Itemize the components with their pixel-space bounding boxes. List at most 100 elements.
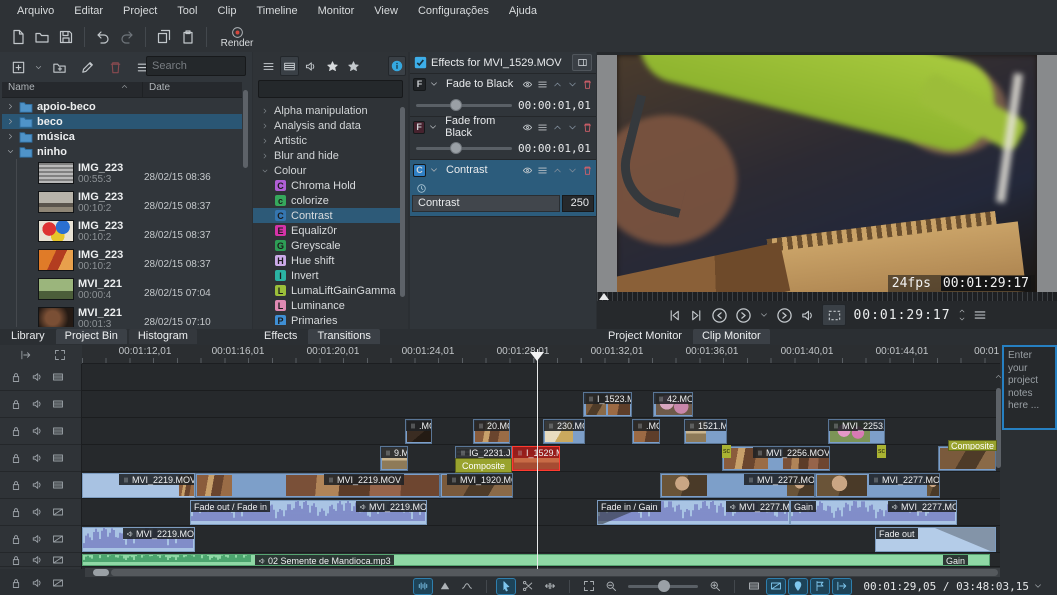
timeline-vertical-scrollbar[interactable] <box>995 366 1002 568</box>
move-effect-down-icon[interactable] <box>567 79 578 90</box>
delete-effect-icon[interactable] <box>582 79 593 90</box>
effect-category-4[interactable]: Colour <box>253 163 401 178</box>
edit-clip-button[interactable] <box>75 55 99 79</box>
effect-item-equaliz0r[interactable]: EEqualiz0r <box>253 223 401 238</box>
marker-badge[interactable]: sc <box>722 445 731 458</box>
timeline-clip-mvi-2219-mov[interactable]: MVI_2219.MOV <box>195 473 440 498</box>
effect-category-3[interactable]: Blur and hide <box>253 148 401 163</box>
favorite-effects-button[interactable] <box>344 56 362 76</box>
mix-audio-icon[interactable] <box>436 579 454 594</box>
transition-composite[interactable]: Composite <box>455 458 512 473</box>
lock-track-icon[interactable] <box>10 533 22 545</box>
monitor-menu-button[interactable] <box>973 308 987 322</box>
go-start-button[interactable] <box>667 308 682 323</box>
bin-search-input[interactable] <box>146 56 246 76</box>
track-type-icon[interactable] <box>52 506 64 518</box>
delete-clip-button[interactable] <box>103 55 127 79</box>
mute-track-icon[interactable] <box>31 554 43 566</box>
track-type-icon[interactable] <box>52 479 64 491</box>
lock-track-icon[interactable] <box>10 506 22 518</box>
effect-enable-icon[interactable] <box>522 79 533 90</box>
timeline-clip-42-mov[interactable]: 42.MOV <box>653 392 693 417</box>
menu-ajuda[interactable]: Ajuda <box>500 2 546 20</box>
play-forward-button[interactable] <box>776 307 793 324</box>
folder-row-apoio-beco[interactable]: apoio-beco <box>2 99 242 114</box>
lock-track-icon[interactable] <box>10 425 22 437</box>
menu-arquivo[interactable]: Arquivo <box>8 2 63 20</box>
transition-composite[interactable]: Composite <box>948 440 997 451</box>
move-effect-up-icon[interactable] <box>552 165 563 176</box>
spacer-tool[interactable] <box>541 579 559 594</box>
paste-button[interactable] <box>176 25 200 49</box>
fade-duration-slider[interactable] <box>416 147 512 150</box>
tab-library[interactable]: Library <box>2 329 54 344</box>
timeline-clip-mvi-2277-mov[interactable]: MVI_2277.MOV <box>660 473 815 498</box>
track-type-icon[interactable] <box>52 554 64 566</box>
timeline-zoom-slider[interactable] <box>628 585 698 588</box>
curve-mode-icon[interactable] <box>458 579 476 594</box>
mute-track-icon[interactable] <box>31 425 43 437</box>
redo-button[interactable] <box>115 25 139 49</box>
monitor-seek-ruler[interactable] <box>597 292 1057 301</box>
timeline-corner-icon-left[interactable] <box>20 349 32 361</box>
fade-duration-slider[interactable] <box>416 104 512 107</box>
tab-transitions[interactable]: Transitions <box>308 329 379 344</box>
snap-toggle[interactable] <box>811 579 829 594</box>
folder-row-música[interactable]: música <box>2 129 242 144</box>
timeline-clip-mvi-1920-mov[interactable]: MVI_1920.MOV <box>440 473 513 498</box>
automatic-transition-icon[interactable] <box>414 579 432 594</box>
timeline-clip--mov[interactable]: .MOV <box>405 419 432 444</box>
effect-block-fade-to-black[interactable]: FFade to Black00:00:01,01 <box>410 74 596 117</box>
tab-effects[interactable]: Effects <box>255 329 306 344</box>
stack-panel-button[interactable] <box>572 54 592 71</box>
lock-track-icon[interactable] <box>10 452 22 464</box>
razor-tool[interactable] <box>519 579 537 594</box>
move-effect-down-icon[interactable] <box>567 122 578 133</box>
lock-track-icon[interactable] <box>10 371 22 383</box>
effect-item-lumaliftgaingamma[interactable]: LLumaLiftGainGamma <box>253 283 401 298</box>
marker-badge[interactable]: sc <box>877 445 886 458</box>
go-end-button[interactable] <box>689 308 704 323</box>
timeline-clip-i-1523-mov[interactable]: I_1523.MOV <box>583 392 632 417</box>
expander-icon[interactable] <box>6 132 15 141</box>
effect-block-fade-from-black[interactable]: FFade from Black00:00:01,01 <box>410 117 596 160</box>
bin-clip-row[interactable]: IMG_22300:10:228/02/15 08:37 <box>2 188 242 217</box>
fit-zone-toggle[interactable] <box>833 579 851 594</box>
effect-item-chroma-hold[interactable]: CChroma Hold <box>253 178 401 193</box>
delete-effect-icon[interactable] <box>582 165 593 176</box>
project-notes[interactable]: Enter your project notes here ... <box>1002 345 1057 430</box>
menu-clip[interactable]: Clip <box>208 2 245 20</box>
timeline-clip-230-mov[interactable]: 230.MOV <box>543 419 585 444</box>
effect-item-greyscale[interactable]: GGreyscale <box>253 238 401 253</box>
lock-track-icon[interactable] <box>10 479 22 491</box>
timeline-clip-20-mov[interactable]: 20.MOV <box>473 419 510 444</box>
track-type-icon[interactable] <box>52 425 64 437</box>
contrast-slider[interactable]: Contrast <box>412 195 560 212</box>
collapse-effect-icon[interactable] <box>429 165 439 175</box>
delete-effect-icon[interactable] <box>582 122 593 133</box>
bin-clip-row[interactable]: MVI_22100:00:428/02/15 07:04 <box>2 275 242 304</box>
bin-clip-row[interactable]: IMG_22300:10:228/02/15 08:37 <box>2 217 242 246</box>
timeline-clip-mvi-2219-mo[interactable]: MVI_2219.MO <box>82 527 195 552</box>
collapse-effect-icon[interactable] <box>428 122 438 132</box>
effect-item-primaries[interactable]: PPrimaries <box>253 313 401 325</box>
menu-view[interactable]: View <box>365 2 407 20</box>
mute-track-icon[interactable] <box>31 533 43 545</box>
bin-clip-row[interactable]: IMG_22300:10:228/02/15 08:37 <box>2 246 242 275</box>
timeline-clip-1521-mov[interactable]: 1521.MOV <box>684 419 727 444</box>
folder-row-beco[interactable]: beco <box>2 114 242 129</box>
timeline-clip-mvi-2219-mov[interactable]: MVI_2219.MOV <box>82 473 195 498</box>
audio-effects-button[interactable] <box>302 56 320 76</box>
timeline-horizontal-scrollbar[interactable] <box>85 568 1000 577</box>
timeline-clip--mov[interactable]: .MOV <box>632 419 660 444</box>
bin-clip-row[interactable]: MVI_22100:01:328/02/15 07:10 <box>2 304 242 327</box>
effect-item-invert[interactable]: IInvert <box>253 268 401 283</box>
expander-icon[interactable] <box>6 102 15 111</box>
play-options-icon[interactable] <box>759 310 769 320</box>
timeline-clip-mvi-2277-mov[interactable]: MVI_2277.MOVFade in / Gain <box>597 500 790 525</box>
effect-item-hue-shift[interactable]: HHue shift <box>253 253 401 268</box>
undo-button[interactable] <box>91 25 115 49</box>
menu-timeline[interactable]: Timeline <box>247 2 306 20</box>
timeline-clip-i-1529-mov[interactable]: I_1529.MOV <box>512 446 560 471</box>
expander-icon[interactable] <box>6 147 15 156</box>
